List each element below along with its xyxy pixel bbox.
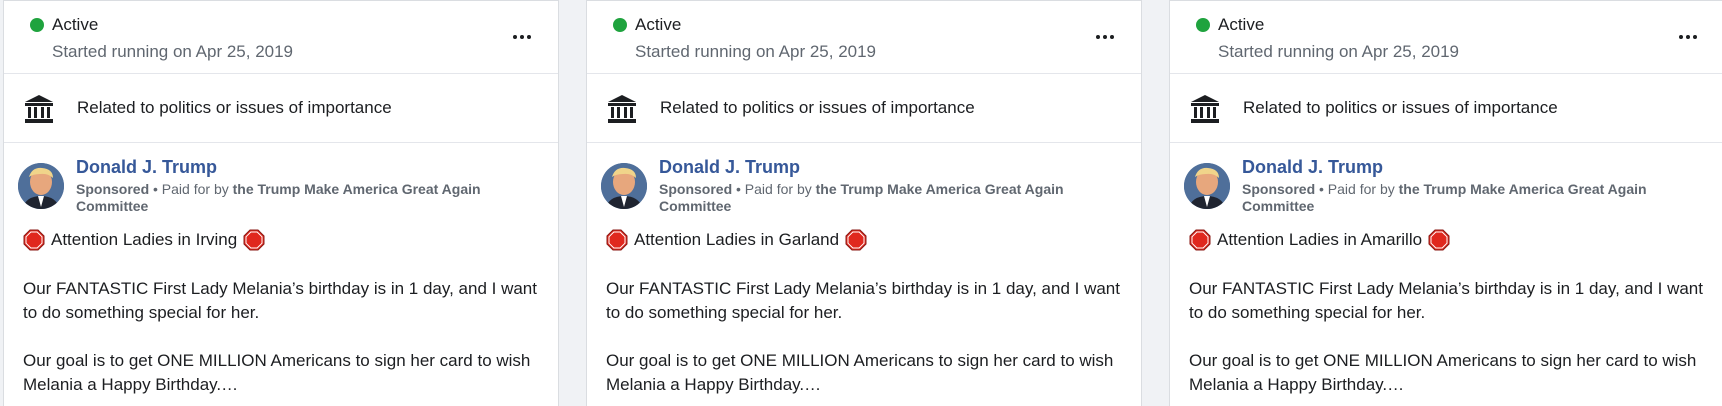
headline-text: Attention Ladies in Irving [51,230,238,249]
paid-for-by-label: • Paid for by [1315,181,1399,197]
ad-body-text: Our FANTASTIC First Lady Melania’s birth… [23,277,543,406]
institution-icon [608,95,636,123]
paid-for-by-label: • Paid for by [732,181,816,197]
category-label: Related to politics or issues of importa… [1243,98,1558,117]
page-name-link[interactable]: Donald J. Trump [76,157,217,178]
page-name-link[interactable]: Donald J. Trump [659,157,800,178]
body-paragraph: Our FANTASTIC First Lady Melania’s birth… [23,279,537,322]
category-label: Related to politics or issues of importa… [77,98,392,117]
ad-card: Active Started running on Apr 25, 2019 R… [586,0,1142,406]
dot [527,35,531,39]
active-status-dot-icon [1196,18,1210,32]
sponsored-label: Sponsored [659,181,733,197]
start-date: Started running on Apr 25, 2019 [1218,42,1460,61]
status-label: Active [1218,15,1265,34]
active-status-dot-icon [613,18,627,32]
ad-category-row: Related to politics or issues of importa… [4,74,558,143]
sponsor-line: Sponsored • Paid for by the Trump Make A… [1242,181,1692,215]
sponsor-line: Sponsored • Paid for by the Trump Make A… [76,181,526,215]
sponsor-line: Sponsored • Paid for by the Trump Make A… [659,181,1109,215]
avatar-image [601,163,647,209]
dot [1096,35,1100,39]
stop-sign-icon [845,229,867,251]
dot [520,35,524,39]
ad-body-text: Our FANTASTIC First Lady Melania’s birth… [606,277,1126,406]
avatar[interactable] [601,163,647,209]
ad-card-row: Active Started running on Apr 25, 2019 R… [0,0,1722,406]
stop-sign-icon [1428,229,1450,251]
dot [1110,35,1114,39]
body-paragraph: Our FANTASTIC First Lady Melania’s birth… [1189,279,1703,322]
body-paragraph: Our goal is to get ONE MILLION Americans… [1189,351,1697,394]
dot [513,35,517,39]
category-label: Related to politics or issues of importa… [660,98,975,117]
institution-icon [1191,95,1219,123]
sponsored-label: Sponsored [76,181,150,197]
ad-status-header: Active Started running on Apr 25, 2019 [1170,0,1722,74]
stop-sign-icon [1189,229,1211,251]
page-name-link[interactable]: Donald J. Trump [1242,157,1383,178]
avatar[interactable] [18,163,64,209]
ad-category-row: Related to politics or issues of importa… [1170,74,1722,143]
dot [1686,35,1690,39]
status-label: Active [635,15,682,34]
body-paragraph: Our goal is to get ONE MILLION Americans… [23,351,531,394]
ad-status-header: Active Started running on Apr 25, 2019 [4,0,558,74]
status-label: Active [52,15,99,34]
ad-category-row: Related to politics or issues of importa… [587,74,1141,143]
ad-headline: Attention Ladies in Amarillo [1189,229,1450,251]
avatar-image [18,163,64,209]
dot [1679,35,1683,39]
ad-headline: Attention Ladies in Garland [606,229,867,251]
more-options-button[interactable] [1093,27,1117,47]
dot [1693,35,1697,39]
stop-sign-icon [243,229,265,251]
body-paragraph: Our FANTASTIC First Lady Melania’s birth… [606,279,1120,322]
institution-icon [25,95,53,123]
more-options-button[interactable] [510,27,534,47]
stop-sign-icon [23,229,45,251]
sponsored-label: Sponsored [1242,181,1316,197]
stop-sign-icon [606,229,628,251]
more-options-button[interactable] [1676,27,1700,47]
paid-for-by-label: • Paid for by [149,181,233,197]
ad-status-header: Active Started running on Apr 25, 2019 [587,0,1141,74]
ad-card: Active Started running on Apr 25, 2019 R… [1169,0,1722,406]
ad-headline: Attention Ladies in Irving [23,229,265,251]
dot [1103,35,1107,39]
body-paragraph: Our goal is to get ONE MILLION Americans… [606,351,1114,394]
start-date: Started running on Apr 25, 2019 [52,42,294,61]
ad-body-text: Our FANTASTIC First Lady Melania’s birth… [1189,277,1709,406]
headline-text: Attention Ladies in Amarillo [1217,230,1423,249]
avatar-image [1184,163,1230,209]
active-status-dot-icon [30,18,44,32]
ad-card: Active Started running on Apr 25, 2019 R… [3,0,559,406]
avatar[interactable] [1184,163,1230,209]
start-date: Started running on Apr 25, 2019 [635,42,877,61]
headline-text: Attention Ladies in Garland [634,230,840,249]
